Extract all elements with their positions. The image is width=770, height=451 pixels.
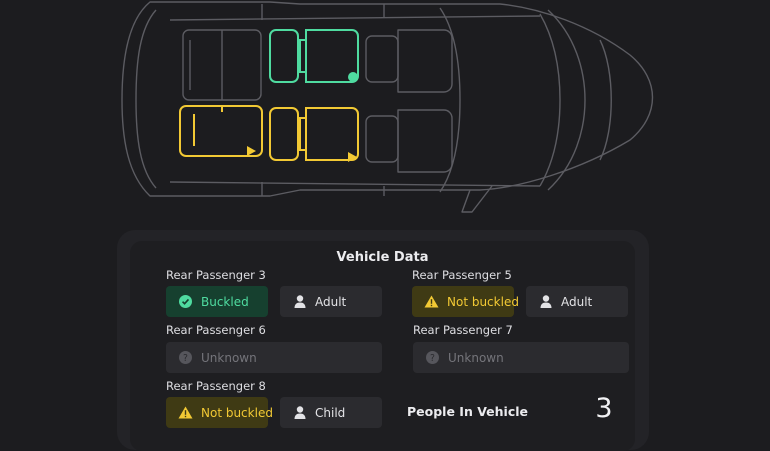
passenger-label-3: Rear Passenger 3 xyxy=(166,268,266,282)
warning-triangle-icon xyxy=(424,294,439,309)
seatbelt-status-chip[interactable]: ? Unknown xyxy=(166,342,382,373)
seatbelt-status-chip[interactable]: Not buckled xyxy=(166,397,273,428)
occupant-type-label: Adult xyxy=(561,294,593,309)
seat-rear-passenger-3-buckled xyxy=(269,29,359,83)
passenger-label-7: Rear Passenger 7 xyxy=(413,323,513,337)
person-icon xyxy=(292,405,307,420)
seatbelt-status-chip[interactable]: ? Unknown xyxy=(413,342,629,373)
vehicle-seat-diagram xyxy=(121,1,654,213)
people-in-vehicle-count: 3 xyxy=(595,393,613,424)
person-icon xyxy=(292,294,307,309)
svg-text:?: ? xyxy=(430,353,435,364)
passenger-label-6: Rear Passenger 6 xyxy=(166,323,266,337)
seatbelt-status-label: Buckled xyxy=(201,294,249,309)
buckled-seat-marker xyxy=(348,72,358,82)
occupant-type-label: Child xyxy=(315,405,346,420)
warning-seat-marker xyxy=(247,146,256,156)
seatbelt-status-label: Unknown xyxy=(448,350,504,365)
occupant-type-label: Adult xyxy=(315,294,347,309)
warning-triangle-icon xyxy=(178,405,193,420)
occupant-type-chip[interactable]: Adult xyxy=(280,286,382,317)
question-circle-icon: ? xyxy=(425,350,440,365)
passenger-label-8: Rear Passenger 8 xyxy=(166,379,266,393)
question-circle-icon: ? xyxy=(178,350,193,365)
seatbelt-status-chip[interactable]: Not buckled xyxy=(412,286,519,317)
seatbelt-status-label: Not buckled xyxy=(201,405,273,420)
check-circle-icon xyxy=(178,294,193,309)
seatbelt-status-label: Unknown xyxy=(201,350,257,365)
panel-title: Vehicle Data xyxy=(336,250,429,265)
occupant-type-chip[interactable]: Child xyxy=(280,397,382,428)
occupant-type-chip[interactable]: Adult xyxy=(526,286,628,317)
seatbelt-status-label: Not buckled xyxy=(447,294,519,309)
svg-text:?: ? xyxy=(183,353,188,364)
seat-rear-passenger-5-not-buckled xyxy=(269,107,359,161)
person-icon xyxy=(538,294,553,309)
people-in-vehicle-label: People In Vehicle xyxy=(407,404,529,419)
seatbelt-status-chip[interactable]: Buckled xyxy=(166,286,268,317)
passenger-label-5: Rear Passenger 5 xyxy=(412,268,512,282)
